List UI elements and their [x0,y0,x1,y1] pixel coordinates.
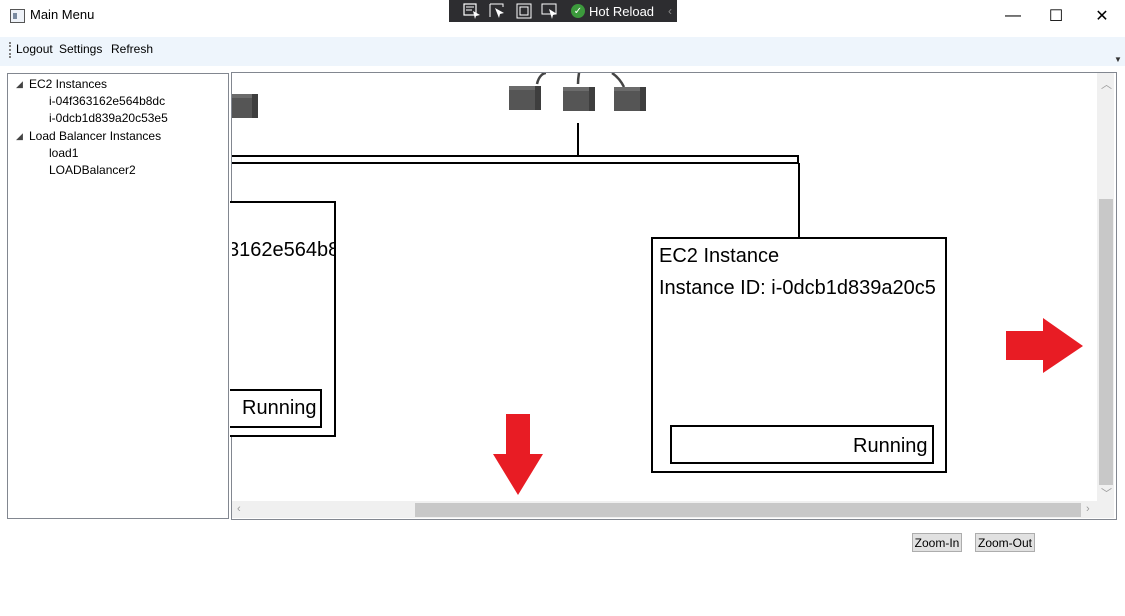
toolbar-grip[interactable] [9,42,13,58]
tree-item-lb-2[interactable]: LOADBalancer2 [49,163,136,177]
menu-bar [0,37,1125,66]
select-element-icon[interactable] [461,2,483,20]
scroll-right-arrow-icon [1006,318,1083,373]
tree-item-ec2-2[interactable]: i-0dcb1d839a20c53e5 [49,111,168,125]
refresh-menu-item[interactable]: Refresh [111,42,153,56]
horizontal-scroll-thumb[interactable] [415,503,1081,517]
instance-id-text: 3162e564b8 [232,239,334,261]
server-cube-icon [614,87,646,111]
scroll-down-icon[interactable]: ﹀ [1101,485,1112,501]
server-cube-icon [232,94,258,118]
tree-group-ec2[interactable]: EC2 Instances [29,77,107,91]
tree-item-lb-1[interactable]: load1 [49,146,78,160]
collapse-toolbar-icon[interactable]: ‹ [668,4,672,18]
pointer-icon[interactable] [487,2,509,20]
logout-menu-item[interactable]: Logout [16,42,53,56]
hot-reload-label[interactable]: Hot Reload [589,4,654,19]
scroll-left-icon[interactable]: ‹ [237,503,241,515]
window-title: Main Menu [30,7,95,22]
hot-reload-toolbar: ✓ Hot Reload ‹ [449,0,677,22]
close-button[interactable]: ✕ [1079,0,1125,31]
status-text: Running [853,435,928,457]
settings-menu-item[interactable]: Settings [59,42,102,56]
instance-id-text: Instance ID: i-0dcb1d839a20c5 [659,277,936,299]
minimize-button[interactable]: — [990,0,1036,31]
layout-adorner-icon[interactable] [513,2,535,20]
track-focus-icon[interactable] [539,2,561,20]
vertical-scroll-thumb[interactable] [1099,199,1113,485]
expand-icon[interactable]: ◢ [16,79,23,90]
hot-reload-check-icon: ✓ [571,4,585,18]
status-text: Running [242,397,317,419]
zoom-out-button[interactable]: Zoom-Out [975,533,1035,552]
server-cube-icon [509,86,541,110]
maximize-button[interactable]: ☐ [1033,0,1079,31]
tree-item-ec2-1[interactable]: i-04f363162e564b8dc [49,94,165,108]
tree-group-load-balancer[interactable]: Load Balancer Instances [29,129,161,143]
toolbar-overflow-icon[interactable]: ▼ [1114,55,1122,64]
card-title: EC2 Instance [659,245,780,267]
server-cube-icon [563,87,595,111]
zoom-in-button[interactable]: Zoom-In [912,533,962,552]
scroll-down-arrow-icon [493,414,543,495]
app-window-icon [10,9,25,23]
scroll-up-icon[interactable]: ︿ [1101,76,1112,92]
expand-icon[interactable]: ◢ [16,131,23,142]
scroll-right-icon[interactable]: › [1086,503,1090,515]
scroll-corner [1097,501,1114,518]
